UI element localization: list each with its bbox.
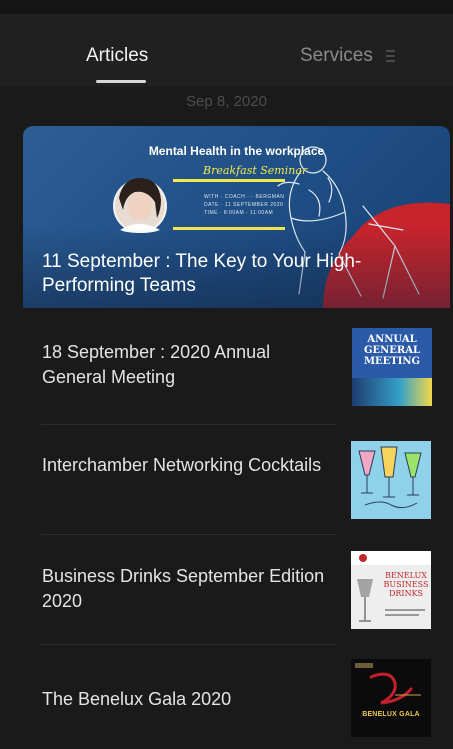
tab-bar: Articles Services <box>0 0 453 86</box>
article-title: The Benelux Gala 2020 <box>42 689 232 709</box>
article-thumbnail: BENELUX GALA <box>351 659 431 737</box>
article-list-item[interactable]: Business Drinks September Edition 2020 B… <box>23 535 450 645</box>
article-list-item[interactable]: 18 September : 2020 Annual General Meeti… <box>23 315 450 425</box>
thumbnail-graphic <box>352 378 432 406</box>
article-thumbnail: BENELUX BUSINESS DRINKS <box>351 551 431 629</box>
status-bar-area <box>0 0 453 14</box>
article-list-item[interactable]: The Benelux Gala 2020 BENELUX GALA <box>23 645 450 749</box>
featured-banner-subheading: Breakfast Seminar <box>203 164 308 177</box>
article-title: Business Drinks September Edition 2020 <box>42 566 325 611</box>
app-screen: Articles Services Sep 8, 2020 Mental Hea… <box>0 0 453 749</box>
article-list-item[interactable]: Interchamber Networking Cocktails <box>23 425 450 535</box>
article-title: Interchamber Networking Cocktails <box>42 455 322 475</box>
featured-article-title: 11 September : The Key to Your High-Perf… <box>42 251 362 296</box>
gala-script-icon <box>355 663 421 705</box>
featured-banner-heading: Mental Health in the workplace <box>148 144 325 158</box>
active-tab-indicator <box>96 80 146 83</box>
article-thumbnail <box>351 441 431 519</box>
featured-banner-detail-line: TIME · 8:00AM - 11:00AM <box>204 210 274 216</box>
cocktail-glasses-icon <box>358 446 422 509</box>
featured-banner-details: WITH · COACH ··· BERGMAN DATE · 11 SEPTE… <box>204 193 284 217</box>
tab-articles[interactable]: Articles <box>86 44 148 68</box>
article-thumbnail: ANNUAL GENERAL MEETING <box>351 327 433 407</box>
thumbnail-label: BENELUX BUSINESS DRINKS <box>383 571 429 598</box>
featured-article-card[interactable]: Mental Health in the workplace Breakfast… <box>23 126 450 308</box>
feed-date: Sep 8, 2020 <box>186 93 267 110</box>
tab-services[interactable]: Services <box>300 44 373 68</box>
featured-banner-detail-line: WITH · COACH ··· BERGMAN <box>204 194 285 200</box>
thumbnail-label: ANNUAL GENERAL MEETING <box>363 334 421 367</box>
featured-banner-detail-line: DATE · 11 SEPTEMBER 2020 <box>204 202 284 208</box>
thumbnail-label: BENELUX GALA <box>362 711 420 718</box>
menu-lines-icon[interactable] <box>386 50 395 62</box>
article-title: 18 September : 2020 Annual General Meeti… <box>42 342 271 387</box>
